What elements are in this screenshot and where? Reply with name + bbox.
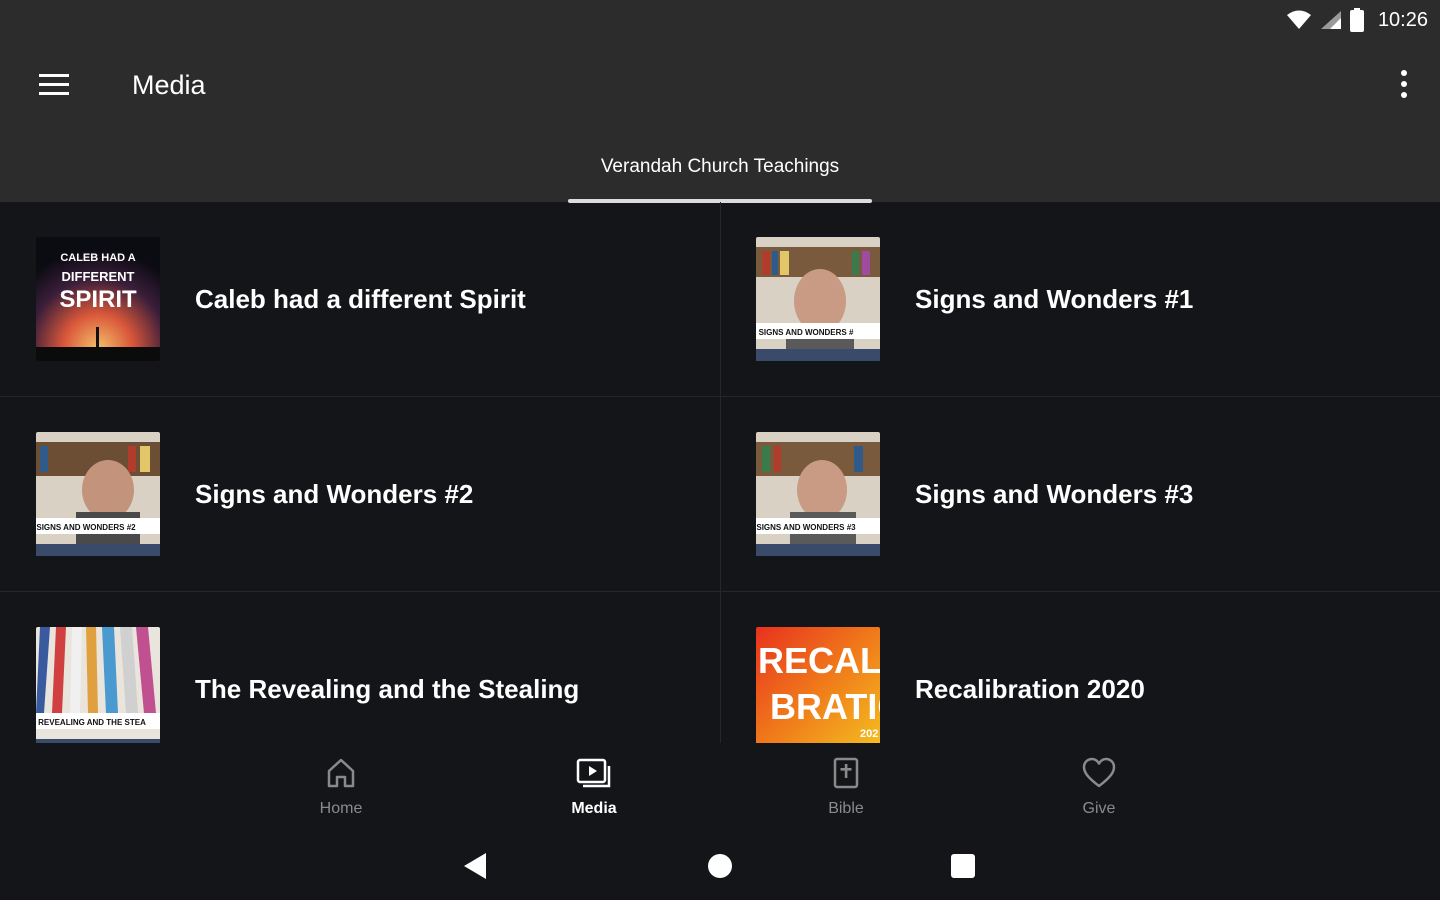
home-circle-icon[interactable] — [704, 850, 736, 882]
media-title: Recalibration 2020 — [915, 674, 1145, 704]
tab-label: Verandah Church Teachings — [600, 156, 840, 177]
system-navigation-bar — [0, 830, 1440, 900]
media-icon — [576, 757, 612, 794]
media-thumbnail: CALEB HAD A DIFFERENT SPIRIT — [36, 237, 160, 361]
thumb-text: CALEB HAD A — [60, 252, 135, 264]
bottom-navigation: Home Media Bible Give — [0, 743, 1440, 830]
recents-icon[interactable] — [947, 850, 979, 882]
thumb-text: 202 — [860, 728, 878, 740]
nav-bible[interactable]: Bible — [746, 743, 946, 830]
media-title: Signs and Wonders #2 — [195, 479, 474, 509]
back-icon[interactable] — [460, 850, 492, 882]
nav-label: Bible — [828, 800, 864, 817]
page-title: Media — [132, 70, 206, 100]
media-item-signs-wonders-2[interactable]: SIGNS AND WONDERS #2 Signs and Wonders #… — [0, 397, 720, 592]
media-list: CALEB HAD A DIFFERENT SPIRIT Caleb had a… — [0, 202, 1440, 743]
thumb-text: DIFFERENT — [62, 269, 135, 284]
nav-give[interactable]: Give — [999, 743, 1199, 830]
thumb-text: RECALI- — [758, 640, 880, 681]
thumb-text: BRATIO — [770, 686, 880, 727]
thumb-text: SPIRIT — [59, 286, 137, 313]
nav-media[interactable]: Media — [494, 743, 694, 830]
media-thumbnail: REVEALING AND THE STEA — [36, 627, 160, 743]
thumb-text: REVEALING AND THE STEA — [38, 718, 146, 727]
media-title: Signs and Wonders #1 — [915, 284, 1194, 314]
media-item-revealing-stealing[interactable]: REVEALING AND THE STEA The Revealing and… — [0, 592, 720, 743]
media-thumbnail: SIGNS AND WONDERS # — [756, 237, 880, 361]
tab-bar: Verandah Church Teachings — [0, 132, 1440, 203]
nav-label: Media — [571, 800, 617, 817]
nav-home[interactable]: Home — [241, 743, 441, 830]
battery-icon — [1349, 8, 1364, 32]
status-bar: 10:26 — [0, 0, 1440, 40]
media-item-recalibration-2020[interactable]: RECALI- BRATIO 202 Recalibration 2020 — [720, 592, 1440, 743]
tab-verandah-church-teachings[interactable]: Verandah Church Teachings — [568, 132, 872, 203]
nav-label: Home — [319, 800, 363, 817]
media-title: Signs and Wonders #3 — [915, 479, 1194, 509]
thumb-text: SIGNS AND WONDERS #2 — [36, 523, 136, 532]
nav-label: Give — [1082, 800, 1116, 817]
bible-icon — [831, 757, 861, 794]
media-thumbnail: RECALI- BRATIO 202 — [756, 627, 880, 743]
media-item-caleb[interactable]: CALEB HAD A DIFFERENT SPIRIT Caleb had a… — [0, 202, 720, 397]
media-thumbnail: SIGNS AND WONDERS #2 — [36, 432, 160, 556]
media-title: Caleb had a different Spirit — [195, 284, 526, 314]
home-icon — [326, 757, 356, 794]
media-item-signs-wonders-1[interactable]: SIGNS AND WONDERS # Signs and Wonders #1 — [720, 202, 1440, 397]
thumb-text: SIGNS AND WONDERS # — [759, 328, 854, 337]
app-bar: Media — [0, 40, 1440, 132]
wifi-icon — [1286, 10, 1312, 30]
heart-icon — [1082, 757, 1116, 794]
cell-signal-icon — [1320, 10, 1342, 30]
more-options-icon[interactable] — [1398, 68, 1410, 102]
status-time: 10:26 — [1377, 8, 1428, 31]
hamburger-menu-icon[interactable] — [36, 70, 72, 100]
thumb-text: SIGNS AND WONDERS #3 — [756, 523, 856, 532]
media-thumbnail: SIGNS AND WONDERS #3 — [756, 432, 880, 556]
media-item-signs-wonders-3[interactable]: SIGNS AND WONDERS #3 Signs and Wonders #… — [720, 397, 1440, 592]
media-title: The Revealing and the Stealing — [195, 674, 580, 704]
